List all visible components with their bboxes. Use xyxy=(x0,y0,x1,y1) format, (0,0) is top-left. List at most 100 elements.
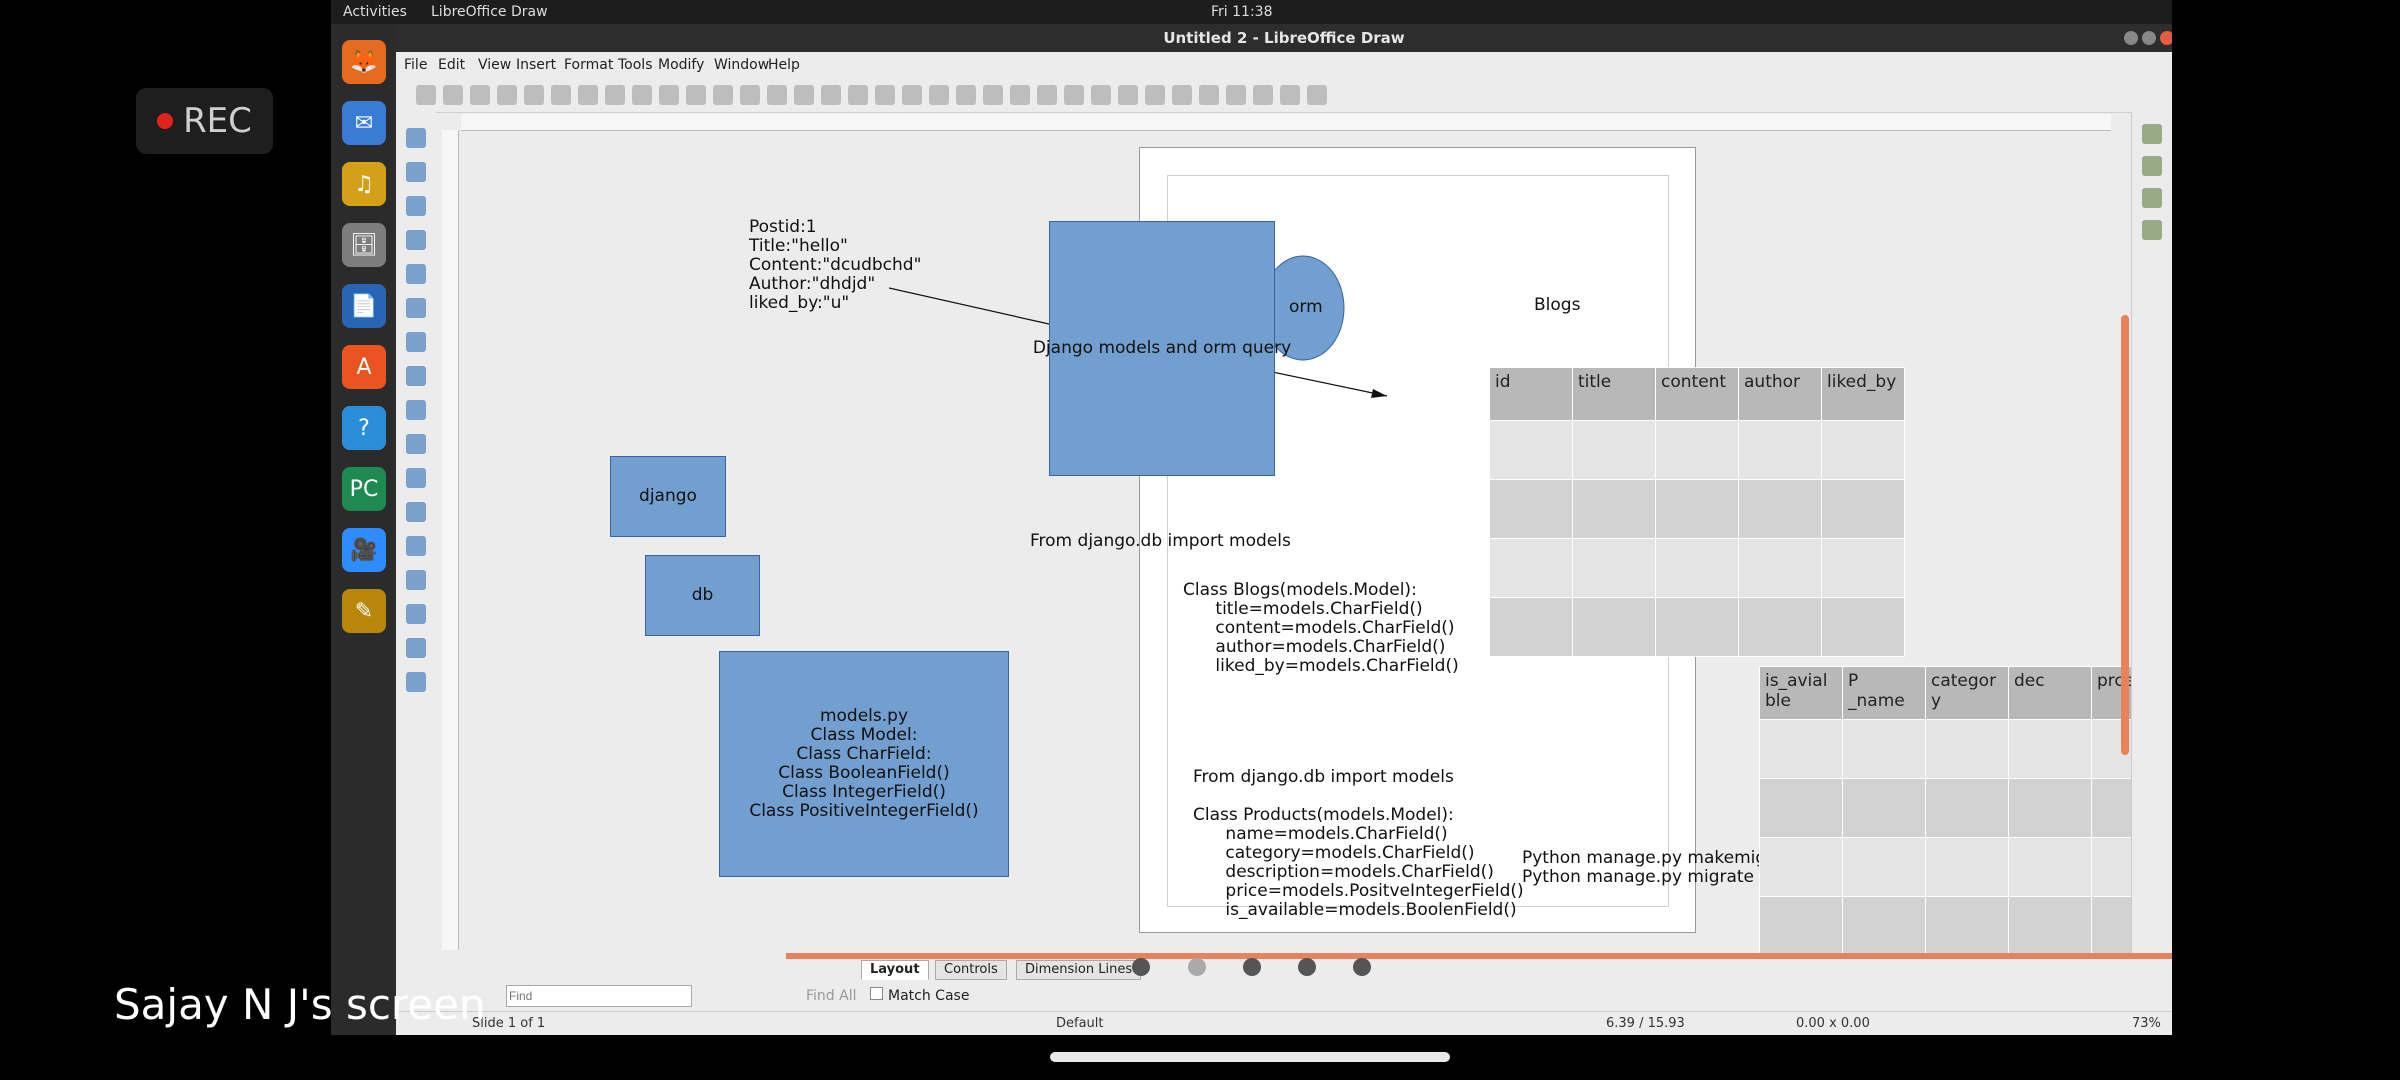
draw-tool-button[interactable] xyxy=(406,536,426,556)
table-cell[interactable] xyxy=(2008,837,2092,897)
files-icon[interactable]: 🗄 xyxy=(342,223,386,267)
toolbar-button[interactable] xyxy=(740,85,760,105)
draw-tool-button[interactable] xyxy=(406,162,426,182)
table-cell[interactable] xyxy=(1738,538,1822,598)
carousel-dot[interactable] xyxy=(1243,958,1261,976)
table-cell[interactable] xyxy=(1842,896,1926,956)
table-cell[interactable] xyxy=(1655,538,1739,598)
table-cell[interactable] xyxy=(1821,597,1905,657)
table-cell[interactable] xyxy=(1821,420,1905,480)
table-header-cell[interactable]: id xyxy=(1489,367,1573,421)
tab-controls[interactable]: Controls xyxy=(935,960,1007,980)
navigator-icon[interactable] xyxy=(2142,220,2162,240)
writer-icon[interactable]: 📄 xyxy=(342,284,386,328)
help-icon[interactable]: ? xyxy=(342,406,386,450)
menu-modify[interactable]: Modify xyxy=(658,57,704,73)
toolbar-button[interactable] xyxy=(416,85,436,105)
menu-format[interactable]: Format xyxy=(564,57,613,73)
activities-button[interactable]: Activities xyxy=(343,4,407,20)
toolbar-button[interactable] xyxy=(1064,85,1084,105)
table-cell[interactable] xyxy=(2008,778,2092,838)
menu-window[interactable]: Window xyxy=(714,57,769,73)
table-cell[interactable] xyxy=(1759,778,1843,838)
draw-tool-button[interactable] xyxy=(406,298,426,318)
table-header-cell[interactable]: dec xyxy=(2008,666,2092,720)
table-cell[interactable] xyxy=(1738,420,1822,480)
menu-tools[interactable]: Tools xyxy=(618,57,653,73)
draw-tool-button[interactable] xyxy=(406,604,426,624)
table-cell[interactable] xyxy=(1572,420,1656,480)
table-header-cell[interactable]: categor y xyxy=(1925,666,2009,720)
table-cell[interactable] xyxy=(1655,597,1739,657)
draw-tool-button[interactable] xyxy=(406,366,426,386)
draw-tool-button[interactable] xyxy=(406,638,426,658)
table-header-cell[interactable]: liked_by xyxy=(1821,367,1905,421)
toolbar-button[interactable] xyxy=(578,85,598,105)
import-models-text-1[interactable]: From django.db import models xyxy=(1030,532,1291,551)
toolbar-button[interactable] xyxy=(1091,85,1111,105)
minimize-icon[interactable] xyxy=(2124,31,2138,45)
toolbar-button[interactable] xyxy=(551,85,571,105)
draw-tool-button[interactable] xyxy=(406,230,426,250)
tab-dimension-lines[interactable]: Dimension Lines xyxy=(1016,960,1142,980)
db-box[interactable]: db xyxy=(645,555,760,636)
table-cell[interactable] xyxy=(2008,896,2092,956)
post-record-text[interactable]: Postid:1 Title:"hello" Content:"dcudbchd… xyxy=(749,218,921,313)
draw-tool-button[interactable] xyxy=(406,400,426,420)
django-box[interactable]: django xyxy=(610,456,726,537)
menu-file[interactable]: File xyxy=(404,57,427,73)
draw-tool-button[interactable] xyxy=(406,672,426,692)
menu-view[interactable]: View xyxy=(478,57,511,73)
table-cell[interactable] xyxy=(1925,896,2009,956)
toolbar-button[interactable] xyxy=(1145,85,1165,105)
class-blogs-text[interactable]: Class Blogs(models.Model): title=models.… xyxy=(1183,581,1459,676)
menu-edit[interactable]: Edit xyxy=(438,57,465,73)
rhythmbox-icon[interactable]: ♫ xyxy=(342,162,386,206)
toolbar-button[interactable] xyxy=(686,85,706,105)
clock[interactable]: Fri 11:38 xyxy=(1211,4,1272,20)
draw-tool-button[interactable] xyxy=(406,468,426,488)
toolbar-button[interactable] xyxy=(632,85,652,105)
toolbar-button[interactable] xyxy=(1226,85,1246,105)
draw-tool-button[interactable] xyxy=(406,332,426,352)
table-cell[interactable] xyxy=(1489,479,1573,539)
carousel-dot[interactable] xyxy=(1353,958,1371,976)
table-cell[interactable] xyxy=(1759,837,1843,897)
table-cell[interactable] xyxy=(1925,778,2009,838)
app-menu[interactable]: LibreOffice Draw xyxy=(431,4,548,20)
toolbar-button[interactable] xyxy=(1172,85,1192,105)
thunderbird-icon[interactable]: ✉ xyxy=(342,101,386,145)
draw-tool-button[interactable] xyxy=(406,264,426,284)
find-input[interactable] xyxy=(506,985,692,1007)
carousel-dot[interactable] xyxy=(1132,958,1150,976)
table-cell[interactable] xyxy=(2008,719,2092,779)
table-cell[interactable] xyxy=(1489,538,1573,598)
table-cell[interactable] xyxy=(1842,719,1926,779)
toolbar-button[interactable] xyxy=(1118,85,1138,105)
toolbar-button[interactable] xyxy=(497,85,517,105)
draw-icon[interactable]: ✎ xyxy=(342,589,386,633)
table-cell[interactable] xyxy=(1759,719,1843,779)
table-cell[interactable] xyxy=(1821,479,1905,539)
table-cell[interactable] xyxy=(1572,479,1656,539)
toolbar-button[interactable] xyxy=(443,85,463,105)
table-header-cell[interactable]: content xyxy=(1655,367,1739,421)
toolbar-button[interactable] xyxy=(1280,85,1300,105)
table-cell[interactable] xyxy=(1821,538,1905,598)
table-header-cell[interactable]: title xyxy=(1572,367,1656,421)
draw-tool-button[interactable] xyxy=(406,128,426,148)
gallery-icon[interactable] xyxy=(2142,188,2162,208)
find-all-button[interactable]: Find All xyxy=(806,988,857,1004)
toolbar-button[interactable] xyxy=(713,85,733,105)
home-indicator[interactable] xyxy=(1050,1052,1450,1062)
models-py-box[interactable]: models.py Class Model: Class CharField: … xyxy=(719,651,1009,877)
table-header-cell[interactable]: is_avial ble xyxy=(1759,666,1843,720)
draw-tool-button[interactable] xyxy=(406,570,426,590)
toolbar-button[interactable] xyxy=(524,85,544,105)
menu-help[interactable]: Help xyxy=(768,57,800,73)
toolbar-button[interactable] xyxy=(929,85,949,105)
toolbar-button[interactable] xyxy=(1253,85,1273,105)
tab-layout[interactable]: Layout xyxy=(861,960,929,980)
toolbar-button[interactable] xyxy=(1037,85,1057,105)
firefox-icon[interactable]: 🦊 xyxy=(342,40,386,84)
